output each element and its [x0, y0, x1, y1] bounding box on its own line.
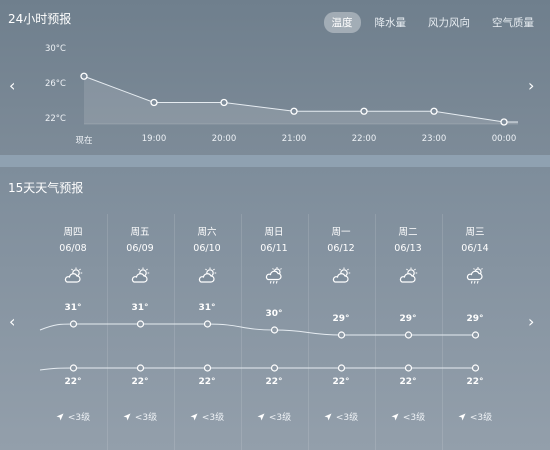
wind-level: <3级: [268, 413, 292, 423]
rain-cloud-icon: [264, 267, 284, 285]
day-low-temp: 22°: [131, 377, 149, 387]
hour-label: 19:00: [141, 134, 167, 144]
hour-label: 20:00: [211, 134, 237, 144]
daily-forecast-title: 15天天气预报: [8, 181, 84, 195]
partly-cloudy-icon: [331, 267, 351, 285]
day-wind: <3级: [107, 410, 173, 423]
wind-direction-icon: [324, 413, 336, 423]
day-high-temp: 29°: [332, 314, 350, 324]
day-high-temp: 31°: [131, 303, 149, 313]
temperature-point: [500, 118, 508, 126]
day-wind: <3级: [308, 410, 374, 423]
wind-direction-icon: [190, 413, 202, 423]
daily-prev-arrow-icon[interactable]: ‹: [9, 314, 15, 330]
day-column[interactable]: 周六 06/10 31° 22° <3级: [174, 214, 240, 450]
partly-cloudy-icon: [398, 267, 418, 285]
day-wind: <3级: [40, 410, 106, 423]
day-column-separator: [174, 214, 175, 450]
day-column[interactable]: 周五 06/09 31° 22° <3级: [107, 214, 173, 450]
day-low-temp: 22°: [332, 377, 350, 387]
wind-direction-icon: [458, 413, 470, 423]
temperature-point: [220, 98, 228, 107]
day-column[interactable]: 周四 06/08 31° 22° <3级: [40, 214, 106, 450]
day-date: 06/10: [193, 243, 221, 254]
rain-cloud-icon: [465, 267, 485, 285]
wind-level: <3级: [469, 413, 493, 423]
day-date: 06/13: [394, 243, 422, 254]
day-low-temp: 22°: [64, 377, 82, 387]
day-high-temp: 29°: [466, 314, 484, 324]
temperature-area: [84, 76, 518, 124]
day-column-separator: [107, 214, 108, 450]
wind-direction-icon: [391, 413, 403, 423]
hour-label: 21:00: [281, 134, 307, 144]
partly-cloudy-icon: [130, 267, 150, 285]
day-date: 06/08: [59, 243, 87, 254]
day-wind: <3级: [442, 410, 508, 423]
day-date: 06/09: [126, 243, 154, 254]
day-high-temp: 30°: [265, 309, 283, 319]
day-column[interactable]: 周三 06/14 29° 22° <3级: [442, 214, 508, 450]
day-date: 06/11: [260, 243, 288, 254]
partly-cloudy-icon: [63, 267, 83, 285]
day-wind: <3级: [241, 410, 307, 423]
day-column[interactable]: 周二 06/13 29° 22° <3级: [375, 214, 441, 450]
hourly-forecast-panel: 24小时预报 温度 降水量 风力风向 空气质量 ‹ › 30°C 26°C 22…: [0, 0, 550, 155]
partly-cloudy-icon: [197, 267, 217, 285]
wind-direction-icon: [257, 413, 269, 423]
temperature-point: [290, 107, 298, 115]
hour-label: 23:00: [421, 134, 447, 144]
wind-direction-icon: [123, 413, 135, 423]
daily-next-arrow-icon[interactable]: ›: [528, 314, 534, 330]
day-column-separator: [241, 214, 242, 450]
day-weekday: 周二: [398, 227, 418, 238]
temperature-point: [80, 72, 88, 80]
hour-label: 00:00: [491, 134, 517, 144]
day-weekday: 周六: [197, 227, 217, 238]
day-column-separator: [375, 214, 376, 450]
hourly-temperature-chart: [80, 72, 518, 126]
hour-label: 22:00: [351, 134, 377, 144]
day-low-temp: 22°: [265, 377, 283, 387]
day-low-temp: 22°: [198, 377, 216, 387]
wind-level: <3级: [335, 413, 359, 423]
day-column[interactable]: 周日 06/11 30° 22° <3级: [241, 214, 307, 450]
day-weekday: 周四: [63, 227, 83, 238]
temperature-point: [360, 107, 368, 115]
day-weekday: 周五: [130, 227, 150, 238]
wind-level: <3级: [201, 413, 225, 423]
day-date: 06/14: [461, 243, 489, 254]
wind-level: <3级: [67, 413, 91, 423]
wind-level: <3级: [134, 413, 158, 423]
day-column[interactable]: 周一 06/12 29° 22° <3级: [308, 214, 374, 450]
day-high-temp: 31°: [64, 303, 82, 313]
temperature-point: [150, 98, 158, 107]
day-weekday: 周一: [331, 227, 351, 238]
day-low-temp: 22°: [399, 377, 417, 387]
day-wind: <3级: [174, 410, 240, 423]
day-high-temp: 29°: [399, 314, 417, 324]
day-column-separator: [308, 214, 309, 450]
day-weekday: 周三: [465, 227, 485, 238]
day-weekday: 周日: [264, 227, 284, 238]
wind-level: <3级: [402, 413, 426, 423]
temperature-point: [430, 107, 438, 115]
day-high-temp: 31°: [198, 303, 216, 313]
day-wind: <3级: [375, 410, 441, 423]
day-date: 06/12: [327, 243, 355, 254]
wind-direction-icon: [56, 413, 68, 423]
day-low-temp: 22°: [466, 377, 484, 387]
section-divider: [0, 155, 550, 167]
hour-label: 现在: [75, 136, 93, 146]
day-column-separator: [442, 214, 443, 450]
